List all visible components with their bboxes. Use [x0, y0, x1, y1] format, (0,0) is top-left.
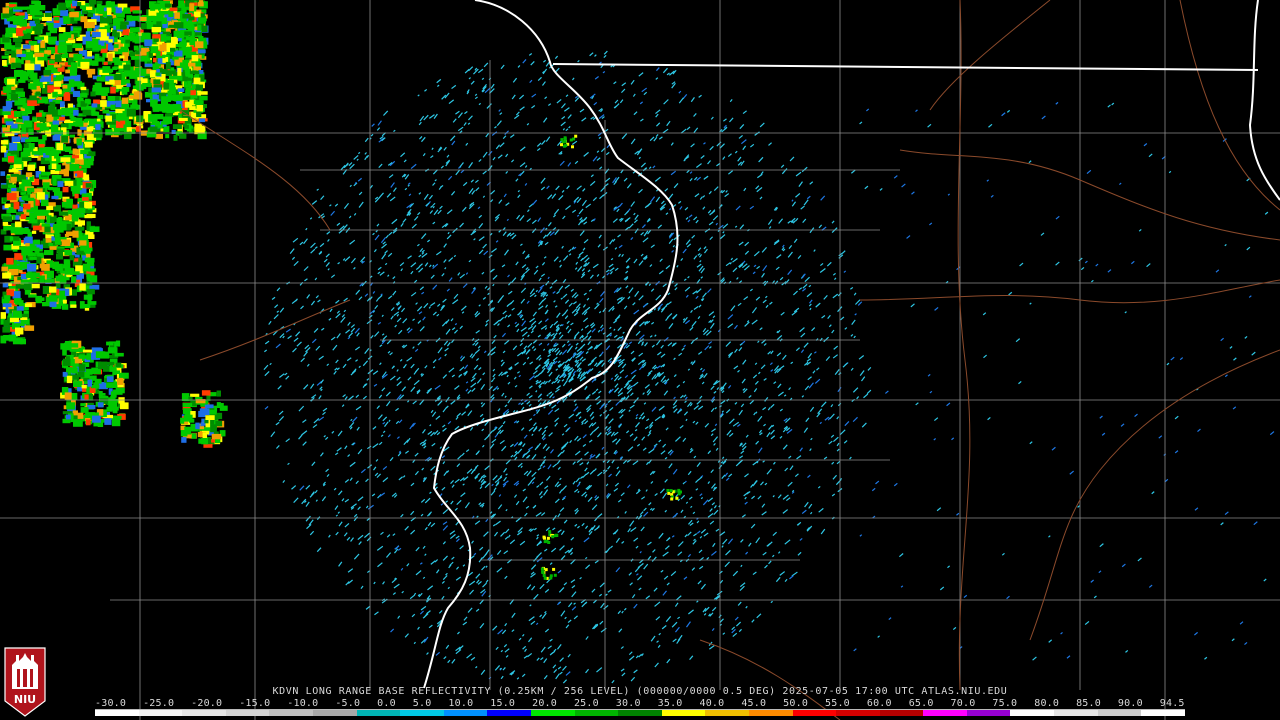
colorbar-tick-label: -20.0 [191, 698, 223, 709]
colorbar-tick-label: -15.0 [239, 698, 271, 709]
colorbar-swatch [356, 710, 401, 716]
reflectivity-colorbar [95, 709, 1185, 716]
colorbar-swatch [95, 710, 139, 716]
colorbar-swatch [923, 710, 967, 716]
colorbar-tick-label: 5.0 [412, 698, 432, 709]
colorbar-tick-label: 20.0 [532, 698, 557, 709]
colorbar-swatch [574, 710, 619, 716]
colorbar-swatch [530, 710, 575, 716]
colorbar-tick-label: 10.0 [448, 698, 474, 709]
colorbar-swatch [1141, 710, 1185, 716]
colorbar-swatch [1010, 710, 1055, 716]
colorbar-tick-label: 35.0 [657, 698, 683, 709]
colorbar-tick-labels: -30.0 -25.0 -20.0 -15.0 -10.0 -5.0 0.0 5.0 10.0 1… [95, 698, 1185, 709]
colorbar-tick-label: 30.0 [615, 698, 641, 709]
colorbar-swatch [879, 710, 924, 716]
colorbar-swatch [443, 710, 488, 716]
radar-map [0, 0, 1280, 720]
colorbar-swatch [748, 710, 793, 716]
colorbar-tick-label: 70.0 [950, 698, 976, 709]
colorbar-swatch [487, 710, 531, 716]
colorbar-tick-label: 25.0 [573, 698, 599, 709]
colorbar-tick-label: 15.0 [490, 698, 516, 709]
colorbar-tick-label: 0.0 [377, 698, 396, 709]
colorbar-tick-label: 85.0 [1076, 698, 1101, 709]
logo-text: NIU [14, 693, 36, 706]
colorbar-tick-label: 60.0 [866, 698, 892, 709]
colorbar-tick-label: 50.0 [783, 698, 809, 709]
colorbar-tick-label: 75.0 [992, 698, 1018, 709]
colorbar-swatch [836, 710, 880, 716]
colorbar-swatch [400, 710, 444, 716]
colorbar-tick-label: 94.5 [1159, 698, 1185, 709]
niu-tower-logo-icon: NIU [4, 647, 46, 717]
colorbar-tick-label: -10.0 [287, 698, 319, 709]
colorbar-swatch [182, 710, 226, 716]
colorbar-swatch [312, 710, 357, 716]
colorbar-swatch [792, 710, 837, 716]
colorbar-swatch [705, 710, 749, 716]
colorbar-tick-label: 55.0 [825, 698, 850, 709]
colorbar-swatch [966, 710, 1011, 716]
colorbar-swatch [1054, 710, 1098, 716]
colorbar-tick-label: -25.0 [143, 698, 175, 709]
colorbar-swatch [225, 710, 270, 716]
colorbar-tick-label: 45.0 [741, 698, 767, 709]
colorbar-swatch [138, 710, 183, 716]
product-caption: KDVN LONG RANGE BASE REFLECTIVITY (0.25K… [272, 686, 1008, 697]
colorbar-tick-label: 40.0 [699, 698, 725, 709]
colorbar-tick-label: -5.0 [335, 698, 361, 709]
colorbar-tick-label: 65.0 [908, 698, 934, 709]
colorbar-swatch [661, 710, 706, 716]
colorbar-swatch [269, 710, 313, 716]
colorbar-tick-label: -30.0 [95, 698, 127, 709]
colorbar-swatch [618, 710, 662, 716]
colorbar-swatch [1097, 710, 1142, 716]
colorbar-tick-label: 80.0 [1034, 698, 1060, 709]
colorbar-tick-label: 90.0 [1117, 698, 1143, 709]
